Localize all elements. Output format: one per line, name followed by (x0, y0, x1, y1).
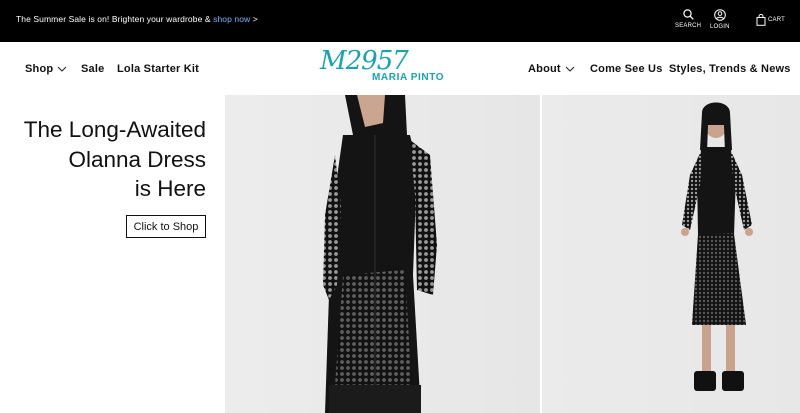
dress-full-length-illustration (681, 102, 753, 391)
shop-now-link[interactable]: shop now (213, 14, 250, 24)
search-icon (682, 9, 694, 20)
headline-line-2: Olanna Dress (68, 146, 206, 172)
search-button[interactable]: SEARCH (675, 9, 701, 29)
nav-shop-label: Shop (25, 63, 54, 75)
brand-logo[interactable]: M2957 MARIA PINTO (318, 46, 458, 92)
hero-headline: The Long-Awaited Olanna Dress is Here (24, 115, 206, 204)
hero-photo-full-length[interactable] (542, 95, 800, 413)
user-icon (714, 9, 726, 21)
announcement-message: The Summer Sale is on! Brighten your war… (16, 14, 214, 24)
hero-text-panel: The Long-Awaited Olanna Dress is Here Cl… (0, 95, 225, 413)
nav-about[interactable]: About (528, 63, 575, 75)
nav-lola-label: Lola Starter Kit (117, 63, 200, 75)
hero-photo-closeup[interactable] (225, 95, 540, 413)
bag-icon (756, 14, 766, 26)
nav-sale[interactable]: Sale (81, 63, 104, 75)
hero-banner: The Long-Awaited Olanna Dress is Here Cl… (0, 95, 800, 413)
nav-styles-trends-news[interactable]: Styles, Trends & News (669, 63, 791, 75)
search-label: SEARCH (675, 23, 702, 29)
nav-shop[interactable]: Shop (25, 63, 67, 75)
announcement-bar: The Summer Sale is on! Brighten your war… (0, 0, 800, 42)
click-to-shop-button[interactable]: Click to Shop (126, 215, 206, 238)
dress-closeup-illustration (323, 95, 437, 413)
nav-styles-label: Styles, Trends & News (669, 63, 791, 75)
headline-line-1: The Long-Awaited (23, 117, 206, 142)
announcement-arrow: > (250, 14, 258, 24)
nav-lola-starter-kit[interactable]: Lola Starter Kit (117, 63, 199, 75)
nav-come-see-us-label: Come See Us (590, 63, 663, 75)
nav-sale-label: Sale (81, 63, 105, 75)
announcement-text: The Summer Sale is on! Brighten your war… (16, 14, 258, 24)
main-nav: Shop Sale Lola Starter Kit M2957 MARIA P… (0, 42, 800, 95)
chevron-down-icon (57, 66, 67, 72)
nav-come-see-us[interactable]: Come See Us (590, 63, 663, 75)
cart-button[interactable]: CART (756, 14, 785, 26)
headline-line-3: is Here (134, 176, 206, 201)
logo-brand-name: MARIA PINTO (372, 72, 445, 83)
login-label: LOGIN (710, 24, 730, 30)
nav-about-label: About (528, 63, 561, 75)
login-button[interactable]: LOGIN (710, 9, 730, 30)
chevron-down-icon (565, 66, 575, 72)
cart-label: CART (768, 17, 786, 23)
